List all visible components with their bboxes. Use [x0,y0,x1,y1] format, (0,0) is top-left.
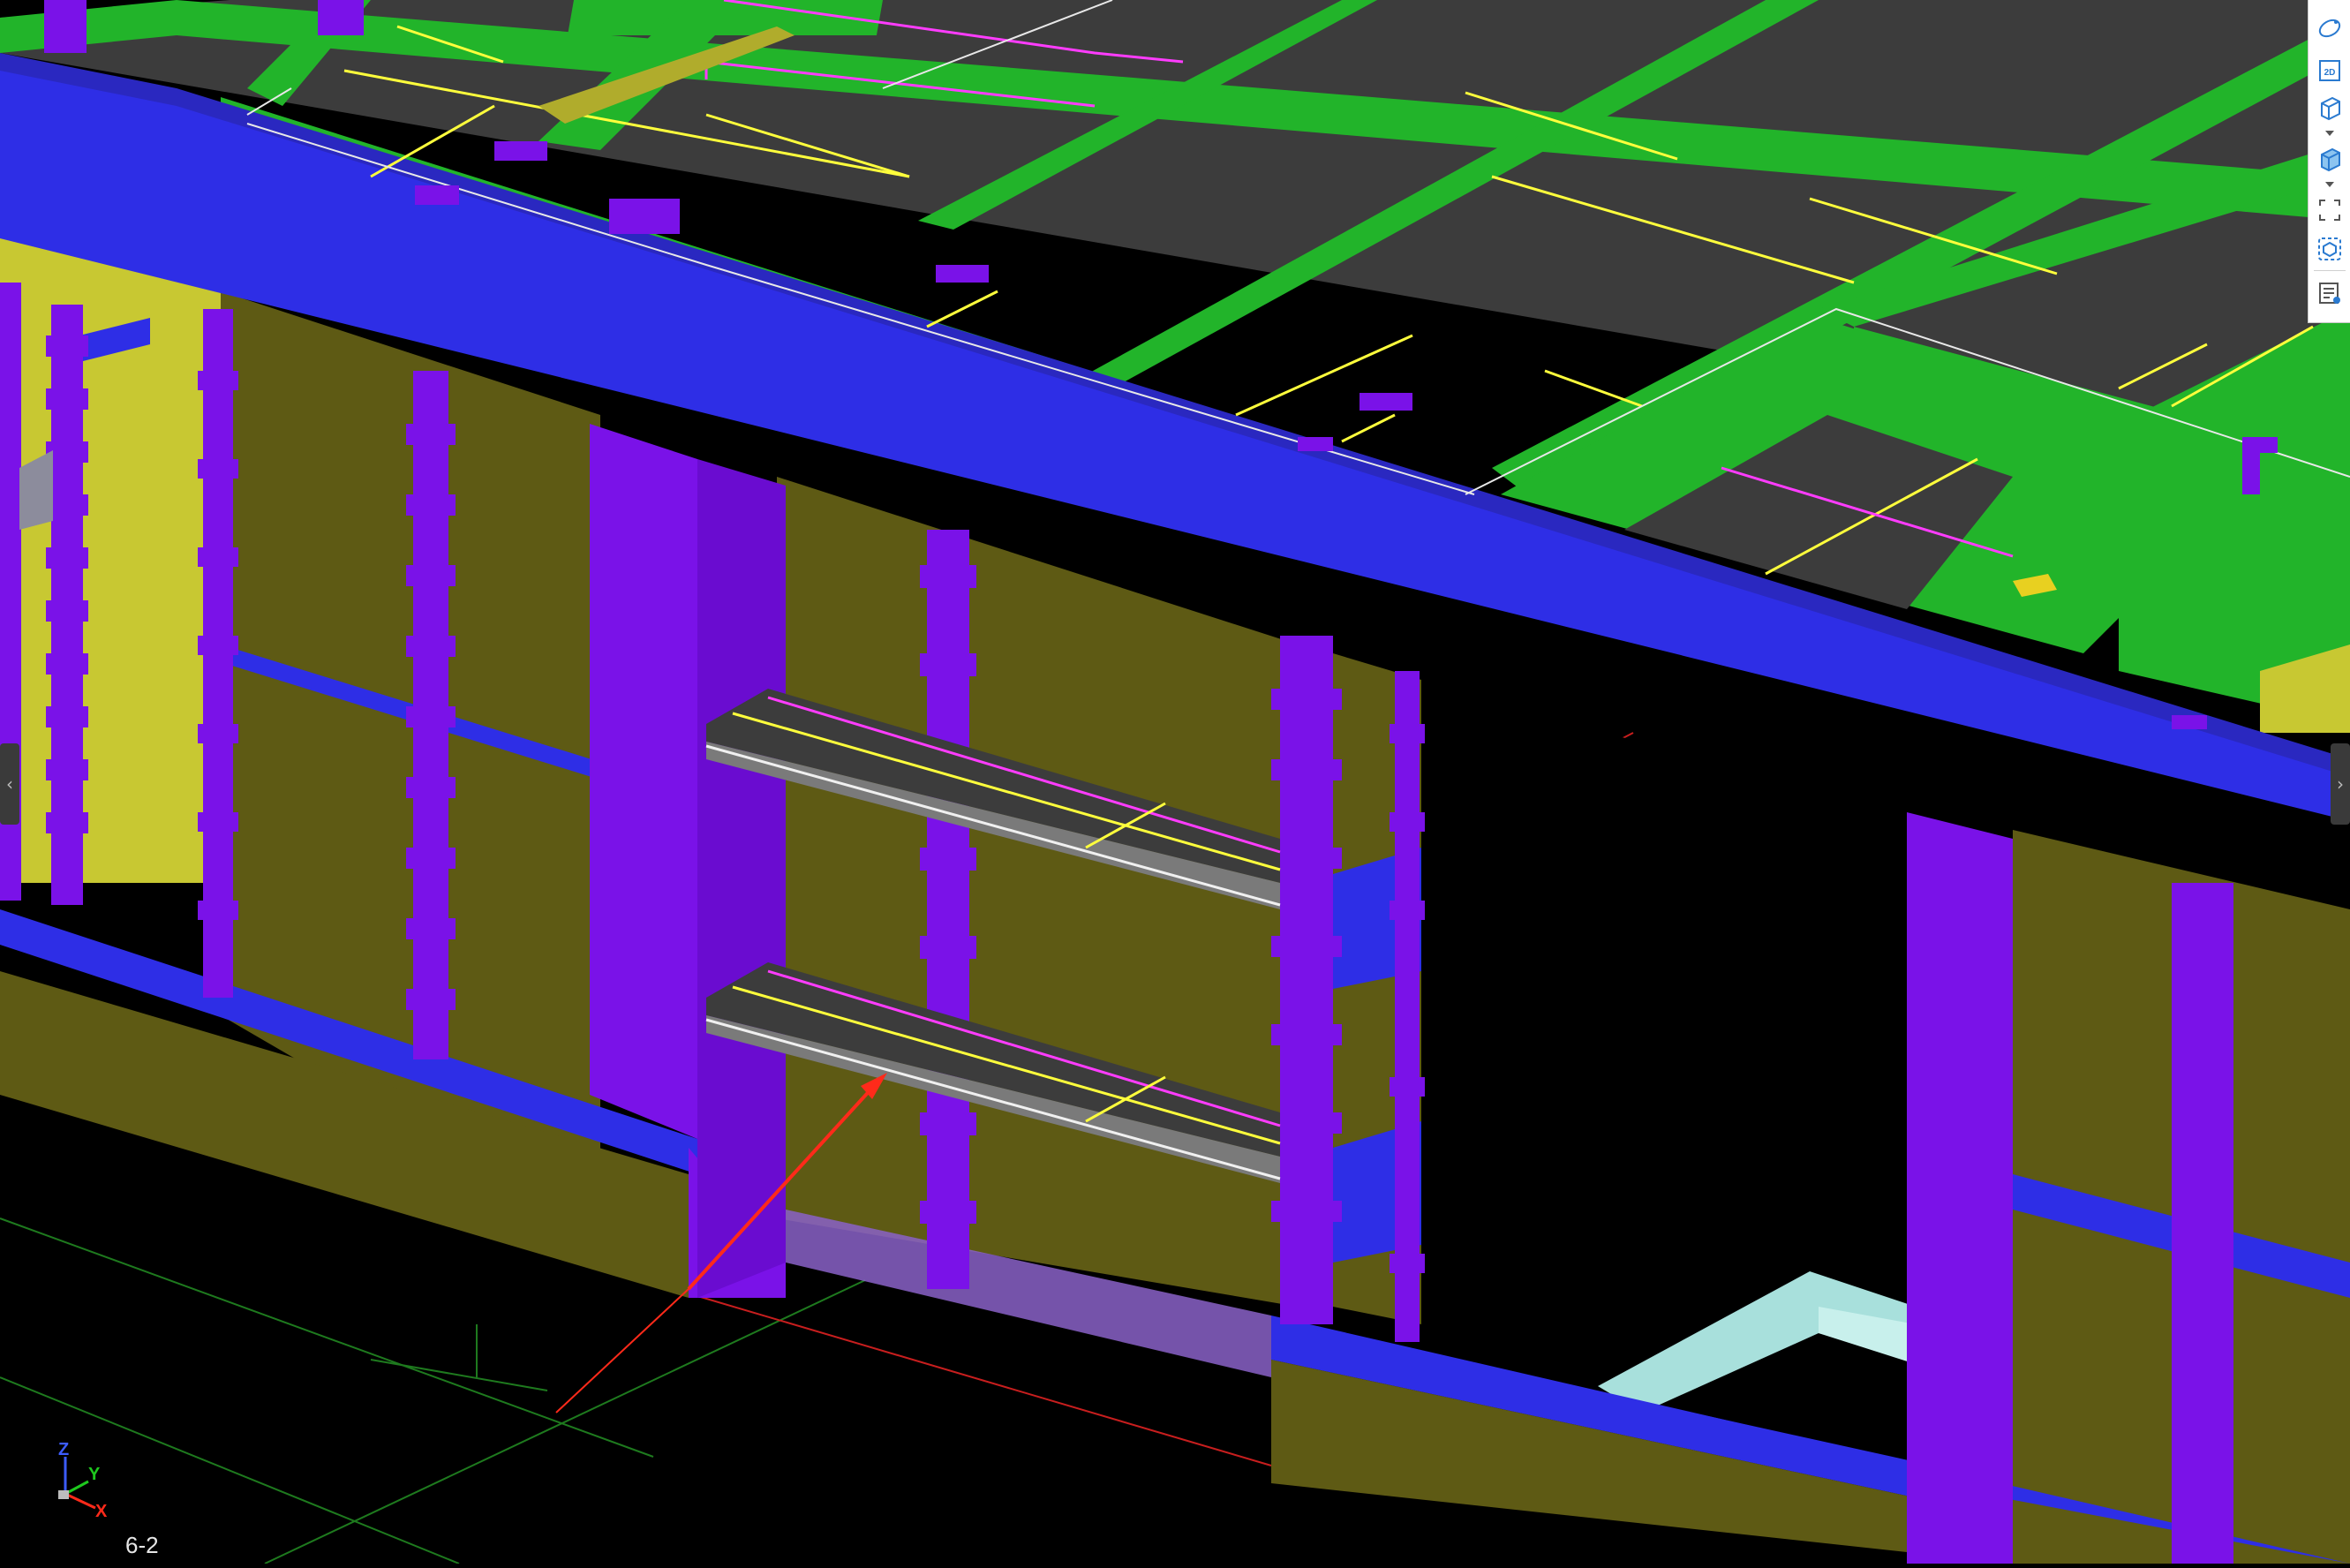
wireframe-view-button[interactable] [2312,90,2347,125]
properties-panel-button[interactable] [2312,275,2347,311]
x-axis-label: X [95,1502,108,1521]
toolbar-divider [2314,270,2346,271]
y-axis-label: Y [88,1465,101,1484]
2d-view-icon: 2D [2319,60,2340,81]
wireframe-cube-icon [2321,96,2340,121]
2d-view-button[interactable]: 2D [2312,53,2347,88]
view-dropdown-chevron-icon [2325,131,2334,136]
component-filter-button[interactable] [2312,231,2347,267]
z-axis-label: Z [58,1440,69,1459]
view-name-label: 6-2 [125,1532,159,1558]
view-dropdown[interactable] [2324,129,2335,138]
orbit-button[interactable] [2312,11,2347,46]
model-3d-viewport[interactable]: Z Y X [0,0,2350,1564]
model-3d-canvas[interactable]: Z Y X [0,0,2350,1564]
fit-view-button[interactable] [2312,192,2347,228]
shaded-cube-icon [2321,147,2340,172]
chevron-left-icon: ‹ [6,773,13,795]
chevron-right-icon: › [2337,773,2344,795]
display-dropdown-chevron-icon [2325,182,2334,187]
display-dropdown[interactable] [2324,180,2335,189]
component-filter-icon [2318,237,2341,260]
right-panel-toggle[interactable]: › [2331,743,2350,825]
shaded-view-button[interactable] [2312,141,2347,177]
fit-view-icon [2319,200,2340,221]
properties-panel-icon [2319,283,2340,304]
2d-view-text: 2D [2324,68,2336,78]
orbit-icon [2318,19,2341,38]
view-toolbar: 2D [2308,0,2350,323]
left-panel-toggle[interactable]: ‹ [0,743,19,825]
